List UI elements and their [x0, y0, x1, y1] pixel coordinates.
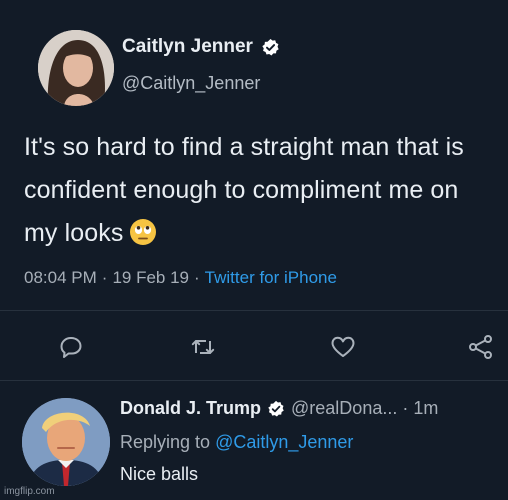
tweet-body: It's so hard to find a straight man that…	[24, 133, 464, 247]
share-button[interactable]	[466, 332, 496, 362]
tweet-time[interactable]: 08:04 PM	[24, 268, 97, 287]
reply-button[interactable]	[56, 332, 86, 362]
tweet-date[interactable]: 19 Feb 19	[112, 268, 189, 287]
reply-display-name[interactable]: Donald J. Trump	[120, 398, 261, 419]
reply-handle[interactable]: @realDona...	[291, 398, 397, 419]
tweet-screenshot: Caitlyn Jenner @Caitlyn_Jenner It's so h…	[0, 0, 508, 500]
author-avatar[interactable]	[38, 30, 114, 106]
author-photo	[38, 30, 114, 106]
verified-badge-icon	[262, 38, 279, 55]
replying-to-label: Replying to	[120, 432, 211, 452]
tweet-meta: 08:04 PM · 19 Feb 19 · Twitter for iPhone	[24, 268, 337, 288]
author-display-name[interactable]: Caitlyn Jenner	[122, 36, 253, 58]
tweet-text: It's so hard to find a straight man that…	[24, 126, 494, 255]
face-with-rolling-eyes-icon	[130, 219, 157, 245]
heart-icon	[331, 336, 355, 357]
like-button[interactable]	[328, 332, 358, 362]
reply-author-avatar[interactable]	[22, 398, 110, 486]
meta-separator: ·	[194, 268, 200, 287]
tweet-action-bar	[0, 332, 508, 362]
replying-to-row: Replying to @Caitlyn_Jenner	[120, 432, 353, 453]
share-icon	[469, 335, 492, 359]
divider	[0, 380, 508, 381]
replying-to-mention[interactable]: @Caitlyn_Jenner	[215, 432, 353, 452]
verified-badge-icon	[268, 400, 284, 417]
reply-author-photo	[22, 398, 110, 486]
reply-separator: ·	[402, 398, 409, 418]
meta-separator: ·	[101, 268, 108, 287]
reply-time[interactable]: 1m	[413, 398, 438, 419]
divider	[0, 310, 508, 311]
author-name-row: Caitlyn Jenner	[122, 36, 280, 58]
reply-icon	[60, 337, 82, 358]
watermark: imgflip.com	[4, 486, 55, 497]
author-handle[interactable]: @Caitlyn_Jenner	[122, 73, 260, 94]
reply-header: Donald J. Trump @realDona... · 1m	[120, 398, 438, 419]
tweet-source-link[interactable]: Twitter for iPhone	[205, 268, 337, 287]
retweet-icon	[191, 340, 215, 354]
retweet-button[interactable]	[188, 332, 218, 362]
reply-text: Nice balls	[120, 464, 199, 484]
